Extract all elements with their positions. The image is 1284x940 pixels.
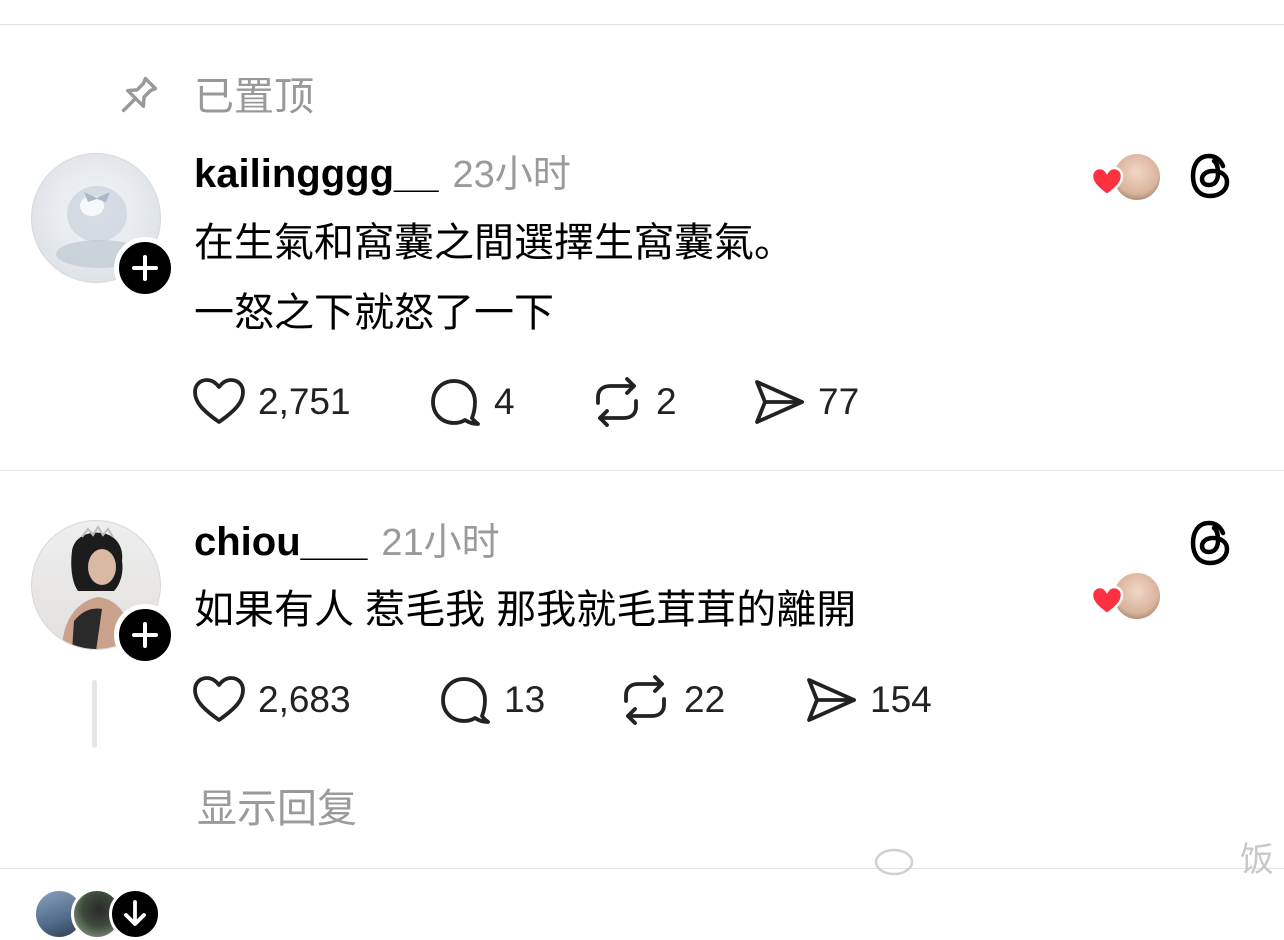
share-button[interactable]: 77 <box>752 377 859 427</box>
post-text-line: 在生氣和窩囊之間選擇生窩囊氣。 <box>194 221 794 265</box>
follow-plus-button[interactable] <box>114 604 176 666</box>
username[interactable]: chiou___ <box>194 518 367 566</box>
comment-icon <box>441 677 490 724</box>
post-divider <box>0 470 1284 471</box>
comment-button[interactable]: 4 <box>428 377 590 427</box>
share-count: 154 <box>870 679 932 720</box>
comment-count: 4 <box>494 381 515 422</box>
thread-connector-line <box>92 680 97 748</box>
like-button[interactable]: 2,751 <box>192 377 428 427</box>
comment-icon <box>431 379 480 426</box>
pin-icon <box>112 72 162 122</box>
comment-count: 13 <box>504 679 546 720</box>
share-send-icon <box>755 380 804 424</box>
post-header: chiou___ 21小时 <box>194 518 500 567</box>
share-send-icon <box>807 678 856 722</box>
like-count: 2,683 <box>258 679 351 720</box>
heart-outline-icon <box>193 378 245 424</box>
post-header: kailingggg__ 23小时 <box>194 150 571 199</box>
username[interactable]: kailingggg__ <box>194 150 439 198</box>
show-replies-link[interactable]: 显示回复 <box>197 785 357 833</box>
expand-replies-button[interactable] <box>109 888 161 940</box>
pinned-label: 已置顶 <box>194 75 314 119</box>
share-button[interactable]: 154 <box>804 675 932 725</box>
repost-button[interactable]: 2 <box>590 377 752 427</box>
repost-button[interactable]: 22 <box>618 675 804 725</box>
top-divider <box>0 24 1284 25</box>
post-text-line: 如果有人 惹毛我 那我就毛茸茸的離開 <box>194 588 857 632</box>
share-count: 77 <box>818 381 860 422</box>
follow-plus-button[interactable] <box>114 237 176 299</box>
plus-icon <box>132 622 158 648</box>
repost-icon <box>596 377 638 427</box>
repost-count: 22 <box>684 679 726 720</box>
timestamp[interactable]: 21小时 <box>381 519 499 567</box>
liked-by-author-badge <box>1090 152 1162 204</box>
action-bar: 2,751 4 2 77 <box>192 377 859 427</box>
reply-avatars[interactable] <box>33 888 163 940</box>
repost-icon <box>624 675 666 725</box>
liked-by-author-badge <box>1090 571 1162 623</box>
bottom-divider <box>0 868 1284 869</box>
threads-logo-icon[interactable] <box>1187 150 1235 202</box>
heart-outline-icon <box>193 676 245 722</box>
comment-button[interactable]: 13 <box>438 675 618 725</box>
watermark-text: 饭 <box>1240 841 1274 879</box>
plus-icon <box>132 255 158 281</box>
post-text-line: 一怒之下就怒了一下 <box>194 291 554 335</box>
heart-icon <box>1090 585 1124 622</box>
like-count: 2,751 <box>258 381 351 422</box>
heart-icon <box>1090 166 1124 203</box>
timestamp[interactable]: 23小时 <box>453 151 571 199</box>
watermark-logo-icon <box>872 844 916 878</box>
arrow-down-icon <box>124 900 146 926</box>
threads-logo-icon[interactable] <box>1187 517 1235 569</box>
like-button[interactable]: 2,683 <box>192 675 438 725</box>
repost-count: 2 <box>656 381 677 422</box>
action-bar: 2,683 13 22 154 <box>192 675 932 725</box>
